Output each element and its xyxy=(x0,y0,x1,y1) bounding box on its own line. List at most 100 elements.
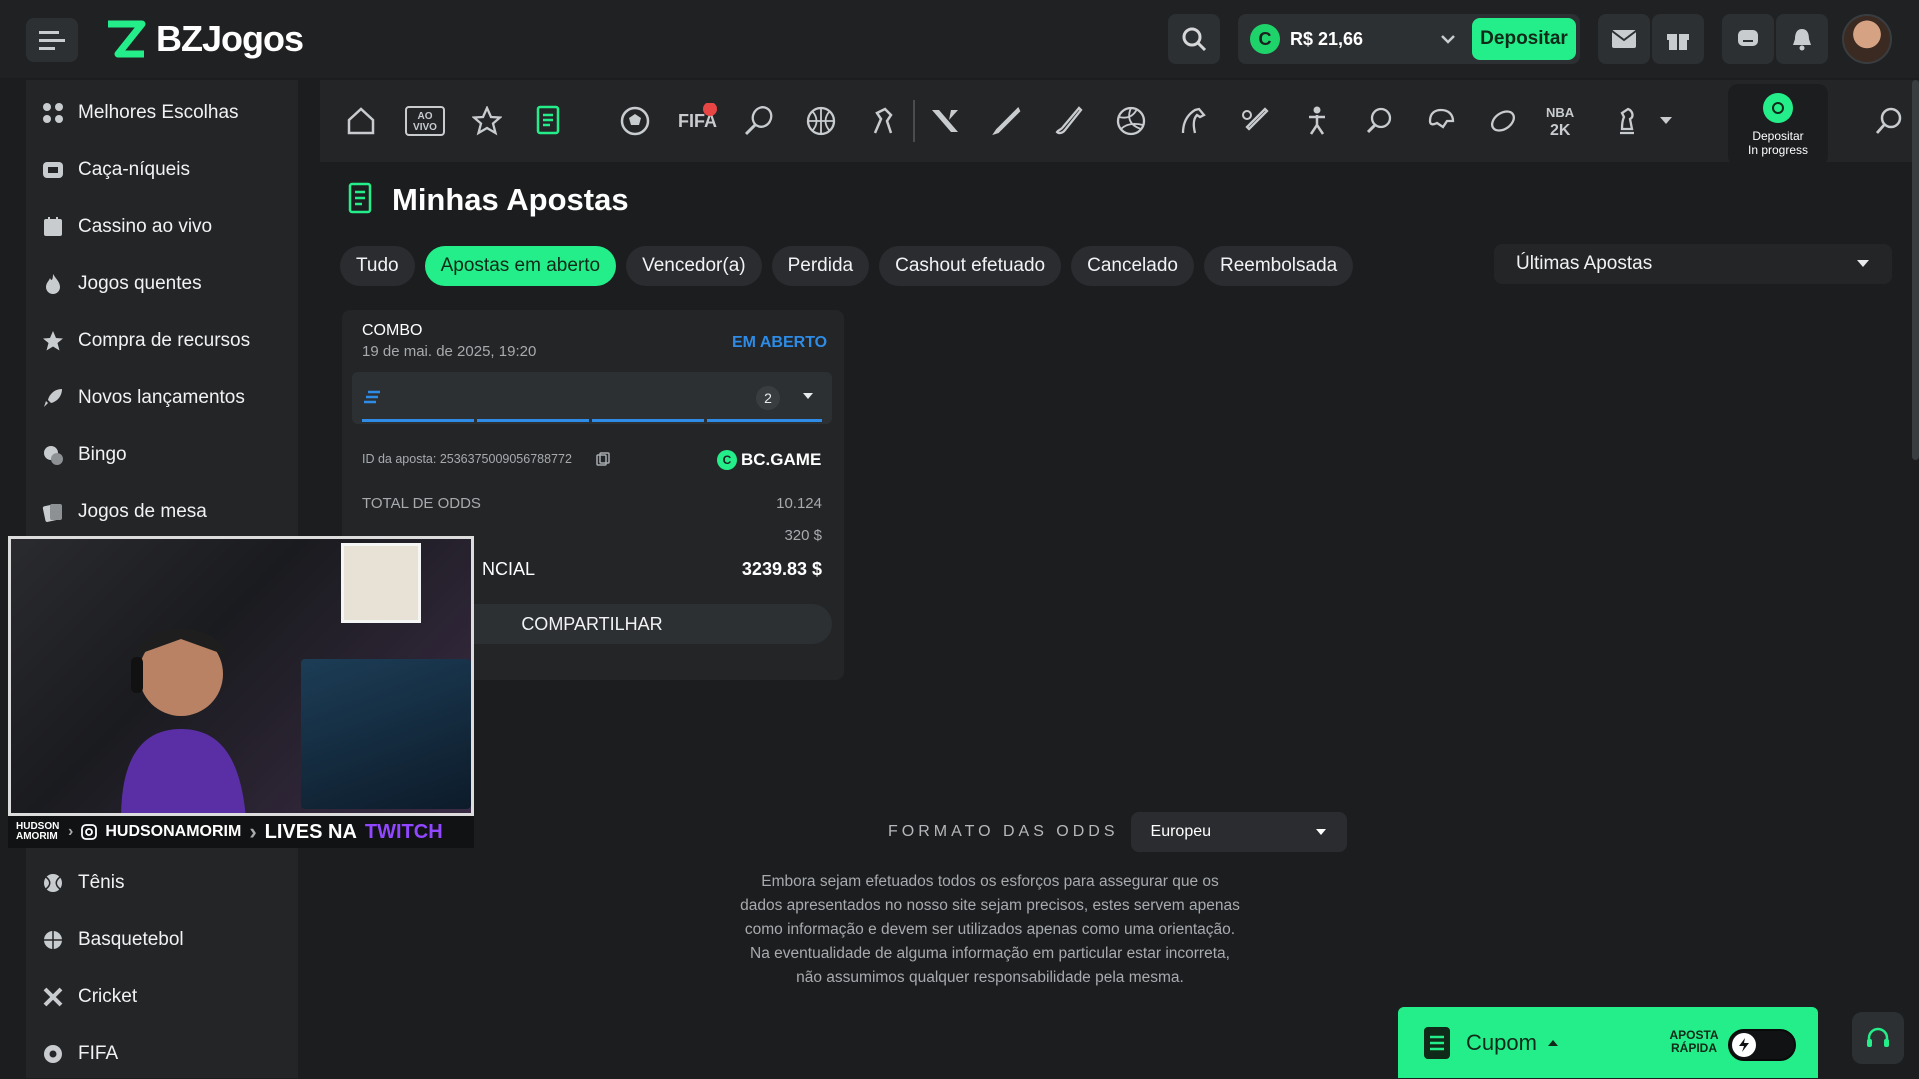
deposit-button[interactable]: Depositar xyxy=(1472,18,1576,60)
streamer-name-small: HUDSON AMORIM xyxy=(16,821,60,842)
odds-format-value: Europeu xyxy=(1150,823,1212,840)
potential-label: NCIAL xyxy=(482,559,536,579)
sidebar-item-melhores-escolhas[interactable]: Melhores Escolhas xyxy=(26,88,298,138)
sidebar-item-cassino-ao-vivo[interactable]: Cassino ao vivo xyxy=(26,202,298,252)
live-icon[interactable]: AO VIVO xyxy=(404,102,446,140)
soccer-icon[interactable] xyxy=(616,102,654,140)
odds-format-select[interactable]: Europeu xyxy=(1130,812,1347,852)
sidebar-item-bingo[interactable]: Bingo xyxy=(26,430,298,480)
stake-value: 320 $ xyxy=(784,527,822,544)
table-tennis-icon[interactable] xyxy=(1360,102,1398,140)
stream-banner: HUDSON AMORIM › HUDSONAMORIM › LIVES NA … xyxy=(8,816,474,848)
odds-format-label: FORMATO DAS ODDS xyxy=(888,823,1119,840)
chevron-down-icon xyxy=(1857,260,1869,267)
quick-bet-toggle[interactable] xyxy=(1728,1029,1796,1061)
betslip-bar[interactable]: Cupom APOSTA RÁPIDA xyxy=(1398,1007,1818,1078)
counter-strike-icon[interactable] xyxy=(926,102,964,140)
baseball-icon[interactable] xyxy=(1236,102,1274,140)
logo-icon xyxy=(108,20,146,58)
lightning-icon xyxy=(1732,1033,1756,1057)
copy-icon[interactable] xyxy=(596,452,610,466)
chat-button[interactable] xyxy=(1722,14,1774,64)
tab-tudo[interactable]: Tudo xyxy=(340,246,415,286)
star-icon xyxy=(40,328,66,354)
search-button[interactable] xyxy=(1168,14,1220,64)
sidebar-item-basquetebol[interactable]: Basquetebol xyxy=(26,915,298,965)
bcgame-icon: C xyxy=(717,450,737,470)
pc-setup xyxy=(301,659,471,809)
deposit-progress-line2: In progress xyxy=(1747,143,1809,157)
table-games-icon xyxy=(40,499,66,525)
hockey-icon[interactable] xyxy=(1050,102,1088,140)
american-football-icon[interactable] xyxy=(1422,102,1460,140)
sidebar-item-label: Cricket xyxy=(78,986,138,1007)
sidebar-item-novos-lancamentos[interactable]: Novos lançamentos xyxy=(26,373,298,423)
notifications-button[interactable] xyxy=(1776,14,1828,64)
fifa-icon xyxy=(40,1041,66,1067)
sidebar-item-label: Cassino ao vivo xyxy=(78,216,213,237)
cricket-sport-icon[interactable] xyxy=(988,102,1026,140)
sidebar-item-cricket[interactable]: Cricket xyxy=(26,972,298,1022)
deposit-progress-widget[interactable]: Depositar In progress xyxy=(1728,84,1828,166)
cricket-icon xyxy=(40,984,66,1010)
nba-icon[interactable]: NBA 2K xyxy=(1542,102,1586,140)
page-scrollbar[interactable] xyxy=(1912,80,1919,460)
more-sports-chevron-icon[interactable] xyxy=(1656,102,1676,140)
home-icon[interactable] xyxy=(342,102,380,140)
bet-type: COMBO xyxy=(362,322,423,339)
horse-racing-icon[interactable] xyxy=(1174,102,1212,140)
esports-icon[interactable] xyxy=(864,102,902,140)
gift-icon xyxy=(1667,32,1689,50)
selections-toggle[interactable]: 2 xyxy=(352,372,832,424)
brand-name: BZJogos xyxy=(156,18,304,59)
sidebar-item-tenis[interactable]: Tênis xyxy=(26,858,298,908)
tab-apostas-em-aberto[interactable]: Apostas em aberto xyxy=(424,246,617,286)
avatar[interactable] xyxy=(1842,14,1892,64)
page-title: Minhas Apostas xyxy=(392,182,629,217)
sidebar-item-compra-de-recursos[interactable]: Compra de recursos xyxy=(26,316,298,366)
gift-button[interactable] xyxy=(1652,14,1704,64)
sports-search-icon[interactable] xyxy=(1870,102,1908,140)
chevron-down-icon[interactable] xyxy=(1440,34,1456,44)
sidebar-item-label: FIFA xyxy=(78,1043,119,1064)
my-bets-icon[interactable] xyxy=(530,102,568,140)
sidebar-item-fifa[interactable]: FIFA xyxy=(26,1029,298,1079)
fifa-sport-icon[interactable]: FIFA xyxy=(676,102,720,140)
bet-id: ID da aposta: 253637500905678877​2 xyxy=(362,452,572,466)
instagram-handle: HUDSONAMORIM xyxy=(105,823,242,840)
mail-button[interactable] xyxy=(1598,14,1650,64)
brand-logo[interactable]: BZJogos xyxy=(104,18,304,60)
provider-name: BC.GAME xyxy=(741,450,822,469)
sidebar-item-label: Basquetebol xyxy=(78,929,184,950)
tab-perdida[interactable]: Perdida xyxy=(771,246,870,286)
sidebar-item-jogos-de-mesa[interactable]: Jogos de mesa xyxy=(26,487,298,537)
disclaimer-text: Embora sejam efetuados todos os esforços… xyxy=(740,873,1240,986)
balance-widget[interactable]: C R$ 21,66 Depositar xyxy=(1238,14,1580,64)
chess-icon[interactable] xyxy=(1608,102,1646,140)
selection-progress-segment xyxy=(362,419,474,422)
support-button[interactable] xyxy=(1852,1012,1904,1064)
total-odds-value: 10.124 xyxy=(776,495,822,512)
tab-vencedor[interactable]: Vencedor(a) xyxy=(626,246,762,286)
sidebar-item-label: Jogos de mesa xyxy=(78,501,207,522)
rugby-icon[interactable] xyxy=(1484,102,1522,140)
sidebar-item-caca-niqueis[interactable]: Caça-níqueis xyxy=(26,145,298,195)
selection-progress-segment xyxy=(707,419,822,422)
athletics-icon[interactable] xyxy=(1298,102,1336,140)
bets-filter-value: Últimas Apostas xyxy=(1516,253,1653,274)
sidebar-item-jogos-quentes[interactable]: Jogos quentes xyxy=(26,259,298,309)
volleyball-icon[interactable] xyxy=(1112,102,1150,140)
favorites-icon[interactable] xyxy=(468,102,506,140)
divider xyxy=(913,100,915,142)
tab-reembolsada[interactable]: Reembolsada xyxy=(1203,246,1354,286)
instagram-icon xyxy=(81,824,98,840)
tab-cancelado[interactable]: Cancelado xyxy=(1071,246,1194,286)
potential-value: 3239.83 $ xyxy=(741,559,822,579)
basketball-sport-icon[interactable] xyxy=(802,102,840,140)
menu-button[interactable] xyxy=(26,18,78,62)
tennis-sport-icon[interactable] xyxy=(740,102,778,140)
sidebar-item-label: Jogos quentes xyxy=(78,273,202,294)
rocket-icon xyxy=(40,385,66,411)
bets-filter-dropdown[interactable]: Últimas Apostas xyxy=(1494,244,1892,284)
tab-cashout-efetuado[interactable]: Cashout efetuado xyxy=(879,246,1062,286)
